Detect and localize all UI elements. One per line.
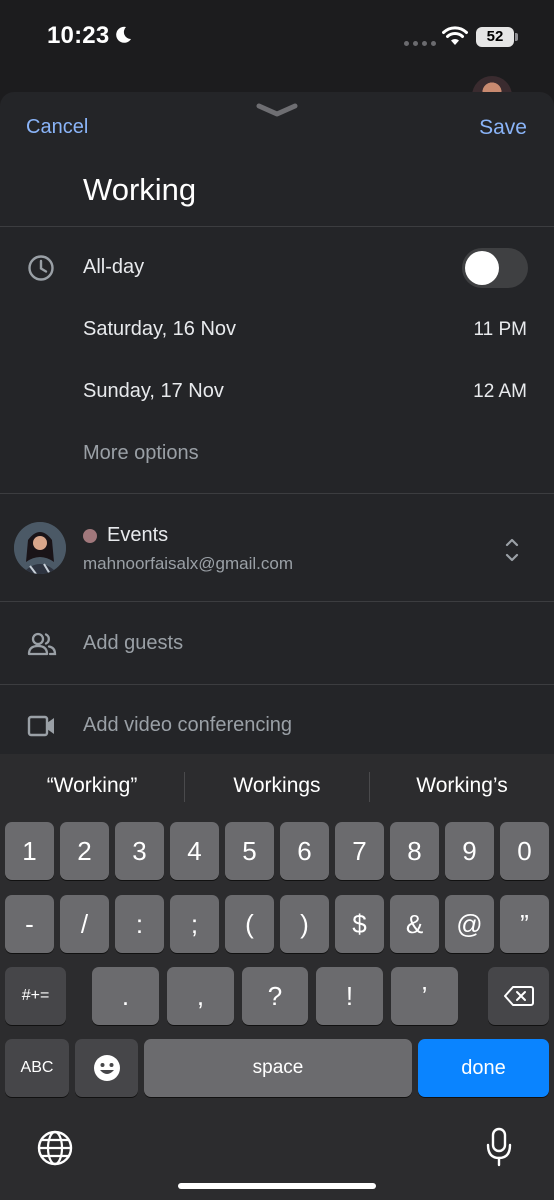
save-button[interactable]: Save <box>479 116 527 140</box>
key-1[interactable]: 1 <box>5 822 54 880</box>
key-semicolon[interactable]: ; <box>170 895 219 953</box>
battery-tip <box>515 33 518 41</box>
key-at[interactable]: @ <box>445 895 494 953</box>
start-date[interactable]: Saturday, 16 Nov <box>83 318 236 341</box>
key-2[interactable]: 2 <box>60 822 109 880</box>
calendar-email: mahnoorfaisalx@gmail.com <box>83 554 294 573</box>
more-options-link[interactable]: More options <box>83 442 199 465</box>
add-video-conferencing-button[interactable]: Add video conferencing <box>83 714 292 737</box>
backspace-icon <box>503 986 534 1006</box>
end-date[interactable]: Sunday, 17 Nov <box>83 380 224 403</box>
calendar-color-dot <box>83 529 97 543</box>
key-8[interactable]: 8 <box>390 822 439 880</box>
key-7[interactable]: 7 <box>335 822 384 880</box>
key-colon[interactable]: : <box>115 895 164 953</box>
home-indicator[interactable] <box>178 1183 376 1189</box>
suggestion-1[interactable]: “Working” <box>0 774 184 798</box>
event-sheet: Cancel Save Working All-day Saturday, 16… <box>0 92 554 754</box>
key-comma[interactable]: , <box>167 967 234 1025</box>
key-close-paren[interactable]: ) <box>280 895 329 953</box>
key-apostrophe[interactable]: ’ <box>391 967 458 1025</box>
key-0[interactable]: 0 <box>500 822 549 880</box>
allday-label: All-day <box>83 256 145 278</box>
event-title-input[interactable]: Working <box>83 172 196 208</box>
clock-icon <box>28 255 54 281</box>
allday-toggle[interactable] <box>462 248 528 288</box>
divider <box>0 493 554 494</box>
suggestion-2[interactable]: Workings <box>185 774 369 798</box>
delete-key[interactable] <box>488 967 549 1025</box>
status-bar: 10:23 52 <box>0 0 554 80</box>
abc-key[interactable]: ABC <box>5 1039 69 1097</box>
cancel-button[interactable]: Cancel <box>26 116 88 139</box>
key-period[interactable]: . <box>92 967 159 1025</box>
moon-icon <box>116 26 131 43</box>
globe-icon[interactable] <box>37 1130 73 1166</box>
divider <box>0 226 554 227</box>
signal-dots-icon <box>404 41 436 46</box>
toggle-knob <box>465 251 499 285</box>
key-question[interactable]: ? <box>242 967 308 1025</box>
chevron-updown-icon[interactable] <box>503 536 521 564</box>
emoji-key[interactable] <box>75 1039 138 1097</box>
divider <box>0 684 554 685</box>
microphone-icon[interactable] <box>485 1127 513 1167</box>
battery-icon: 52 <box>476 27 514 47</box>
done-key[interactable]: done <box>418 1039 549 1097</box>
suggestion-3[interactable]: Working’s <box>370 774 554 798</box>
start-time[interactable]: 11 PM <box>473 319 527 341</box>
calendar-name: Events <box>107 524 169 546</box>
key-dollar[interactable]: $ <box>335 895 384 953</box>
key-9[interactable]: 9 <box>445 822 494 880</box>
key-exclamation[interactable]: ! <box>316 967 383 1025</box>
space-key[interactable]: space <box>144 1039 412 1097</box>
key-ampersand[interactable]: & <box>390 895 439 953</box>
key-slash[interactable]: / <box>60 895 109 953</box>
wifi-icon <box>442 26 468 45</box>
people-icon <box>27 632 57 656</box>
chevron-down-icon[interactable] <box>256 102 298 118</box>
key-4[interactable]: 4 <box>170 822 219 880</box>
avatar <box>14 522 66 574</box>
key-6[interactable]: 6 <box>280 822 329 880</box>
status-time: 10:23 <box>47 22 110 49</box>
key-3[interactable]: 3 <box>115 822 164 880</box>
more-symbols-key[interactable]: #+= <box>5 967 66 1025</box>
end-time[interactable]: 12 AM <box>473 381 527 403</box>
key-quote[interactable]: ” <box>500 895 549 953</box>
key-hyphen[interactable]: - <box>5 895 54 953</box>
key-open-paren[interactable]: ( <box>225 895 274 953</box>
emoji-icon <box>93 1055 120 1081</box>
key-5[interactable]: 5 <box>225 822 274 880</box>
suggestion-bar: “Working” Workings Working’s <box>0 754 554 818</box>
add-guests-button[interactable]: Add guests <box>83 632 183 655</box>
video-camera-icon <box>27 715 54 737</box>
divider <box>0 601 554 602</box>
